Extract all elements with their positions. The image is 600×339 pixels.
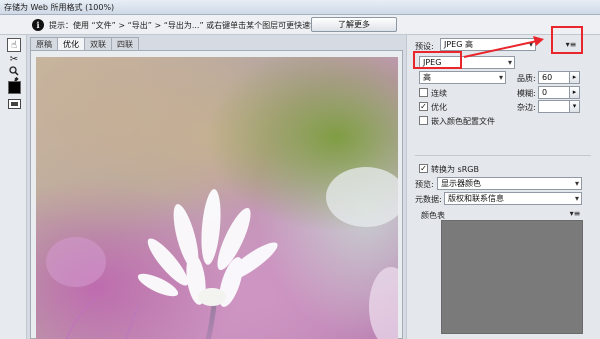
matte-dropdown-icon[interactable]: ▾ [569,100,580,113]
blur-field[interactable]: 0 ▸ [538,86,580,99]
blur-value: 0 [542,88,548,97]
tab-4up[interactable]: 四联 [111,37,139,50]
white-flower-image [46,167,398,339]
quality-value: 60 [542,73,553,82]
matte-label: 杂边: [517,103,536,112]
optimization-settings-panel: 预设: JPEG 高 ▾≡ JPEG 高 品质: 60 ▸ 连续 模糊: 0 ▸… [406,35,600,339]
convert-srgb-label: 转换为 sRGB [431,165,479,174]
embed-color-profile-checkbox[interactable] [419,116,428,125]
quality-preset-select[interactable]: 高 [419,71,506,84]
preview-color-select[interactable]: 显示器颜色 [437,177,582,190]
progressive-checkbox[interactable] [419,88,428,97]
matte-field[interactable]: ▾ [538,100,580,113]
tool-strip: ☝ ✂ [0,35,27,339]
blur-dropdown-icon[interactable]: ▸ [569,86,580,99]
preset-select[interactable]: JPEG 高 [440,38,536,51]
optimized-checkbox[interactable]: ✓ [419,102,428,111]
quality-label: 品质: [517,74,536,83]
tab-optimized[interactable]: 优化 [57,37,85,50]
tab-2up[interactable]: 双联 [84,37,112,50]
menu-highlight-box [551,26,583,54]
info-icon: i [32,19,44,31]
color-table [441,220,583,334]
view-tabs: 原稿 优化 双联 四联 [30,37,139,51]
image-preview-area [30,50,403,339]
blur-label: 模糊: [517,89,536,98]
preview-image[interactable] [36,57,398,339]
tab-original[interactable]: 原稿 [30,37,58,50]
quality-dropdown-icon[interactable]: ▸ [569,71,580,84]
embed-color-profile-label: 嵌入颜色配置文件 [431,117,495,126]
format-highlight-box [413,51,462,69]
optimized-label: 优化 [431,103,447,112]
window-titlebar: 存储为 Web 所用格式 (100%) [0,0,600,15]
metadata-select[interactable]: 版权和联系信息 [444,192,582,205]
tip-bar: i 提示：使用 “文件” > “导出” > “导出为...” 或右键单击某个图层… [0,15,600,35]
toggle-slices-visibility-icon[interactable] [8,99,21,109]
tip-text: 提示：使用 “文件” > “导出” > “导出为...” 或右键单击某个图层可更… [49,21,351,30]
preview-label: 预览: [415,180,434,189]
settings-divider [415,155,591,156]
color-table-menu-icon[interactable]: ▾≡ [567,209,583,219]
window-title: 存储为 Web 所用格式 (100%) [4,3,115,12]
eyedropper-color-swatch[interactable] [8,81,21,94]
hand-tool-icon[interactable]: ☝ [7,38,21,52]
metadata-label: 元数据: [415,195,442,204]
learn-more-button[interactable]: 了解更多 [311,17,397,32]
progressive-label: 连续 [431,89,447,98]
quality-field[interactable]: 60 ▸ [538,71,580,84]
convert-srgb-checkbox[interactable]: ✓ [419,164,428,173]
